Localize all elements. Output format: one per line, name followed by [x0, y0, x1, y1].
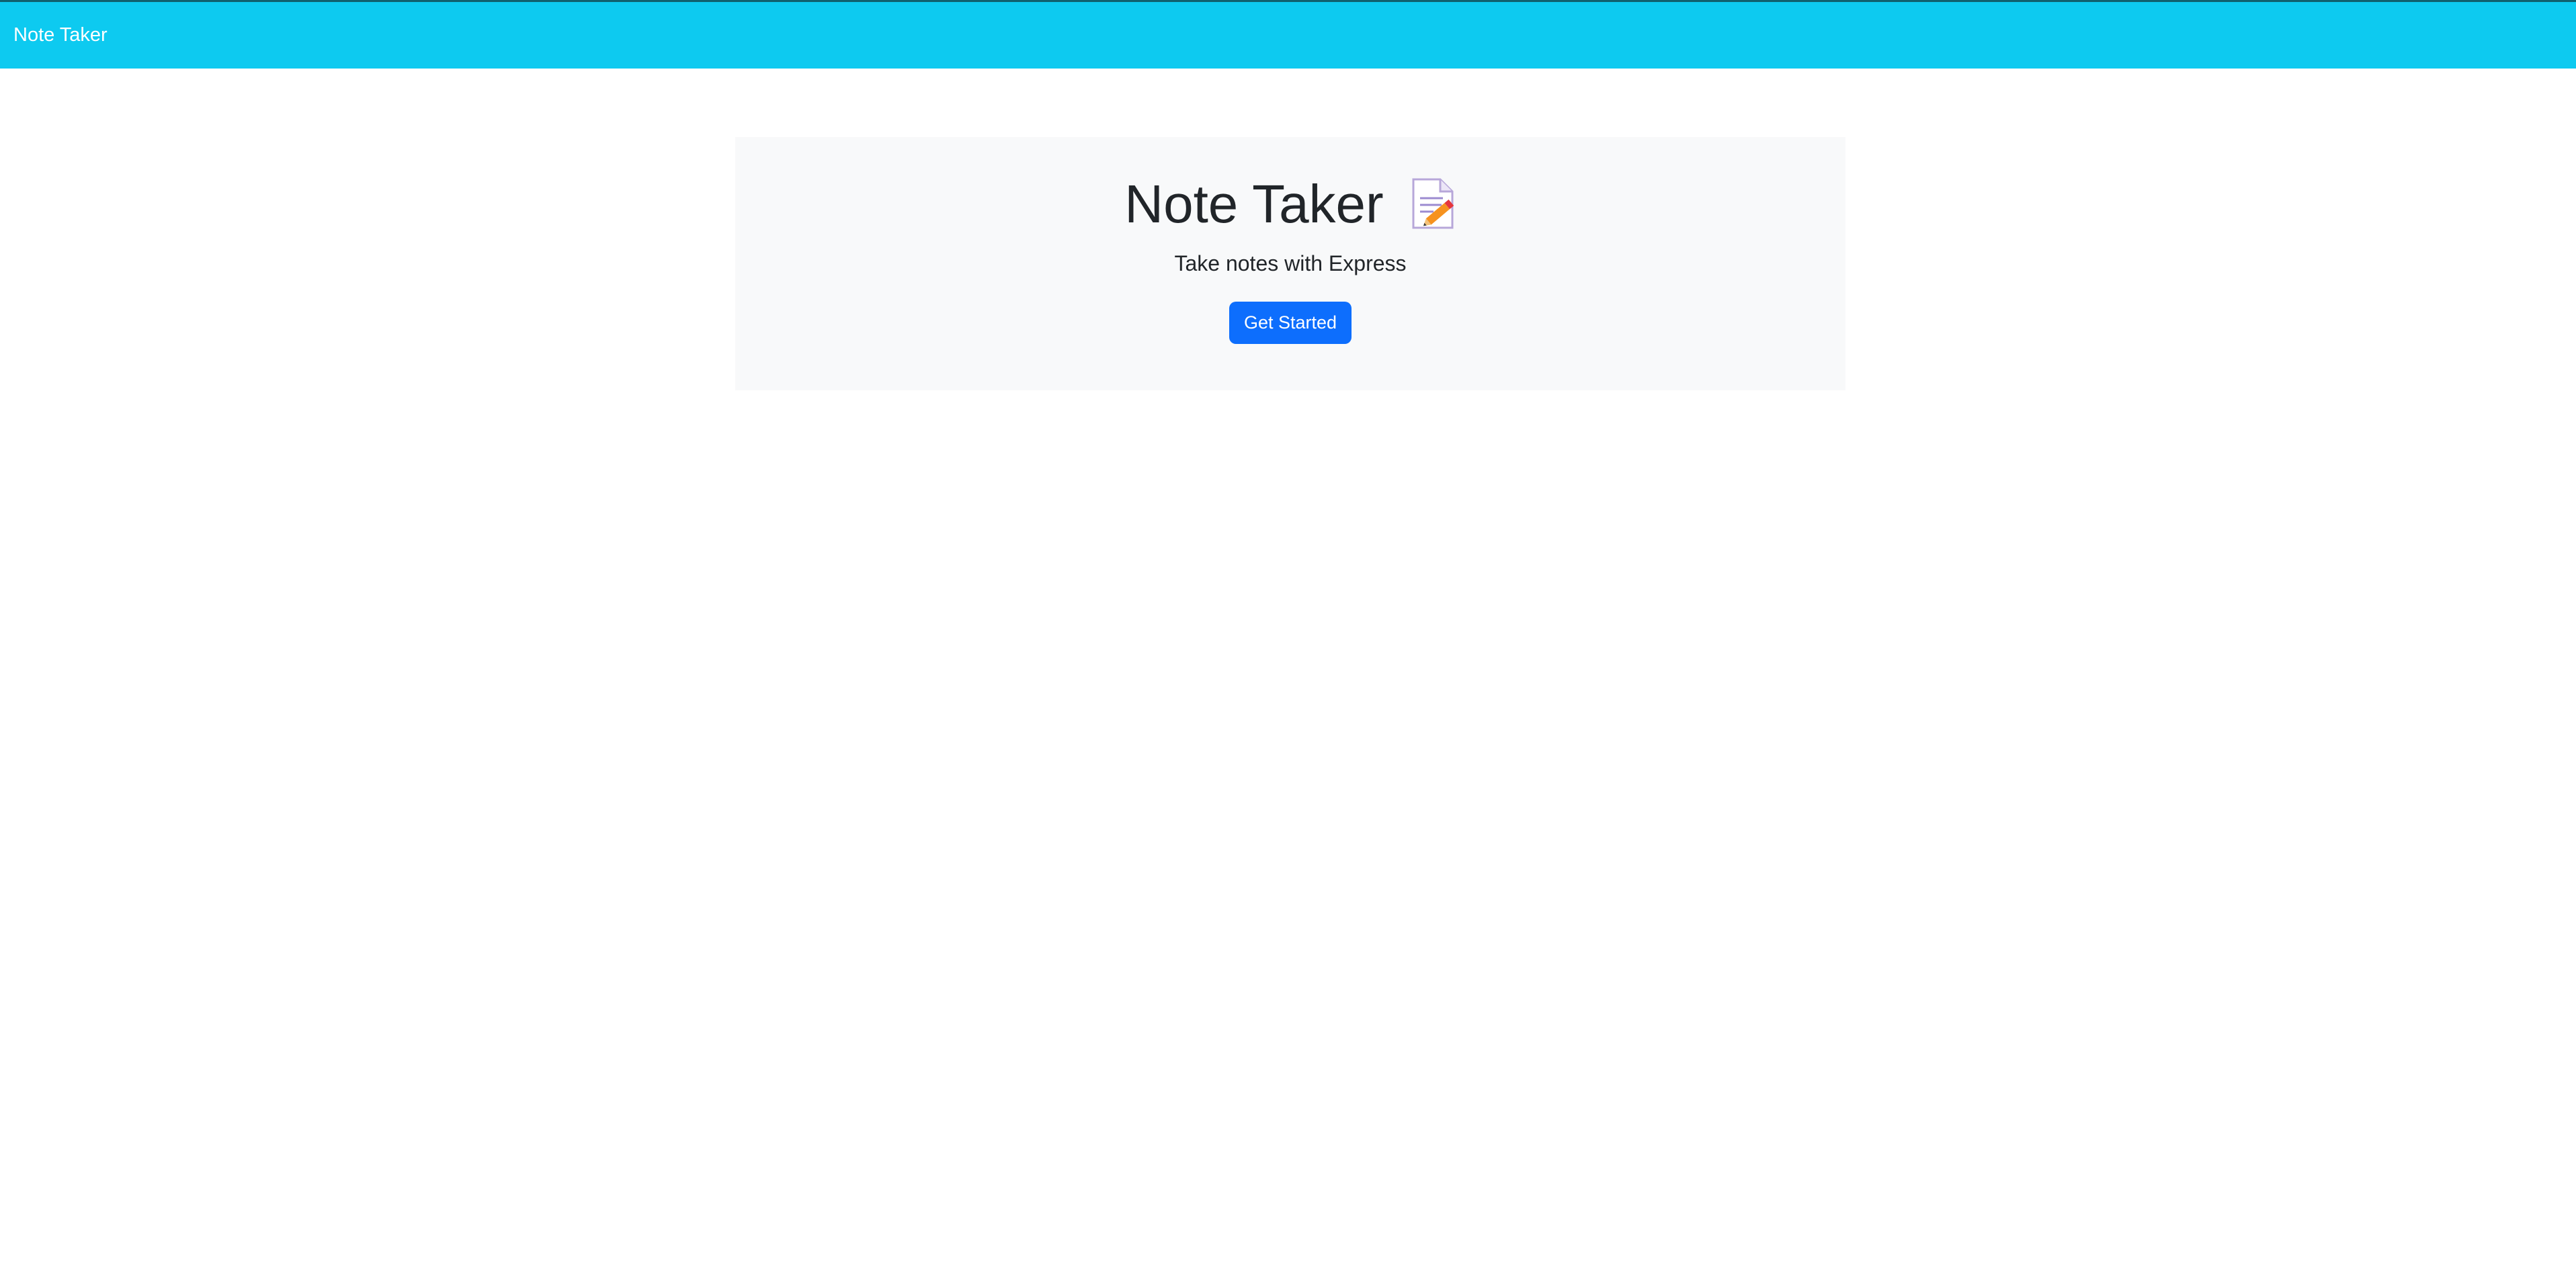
hero-title-row: Note Taker — [735, 177, 1845, 231]
navbar-brand-link[interactable]: Note Taker — [13, 24, 108, 46]
page-title: Note Taker — [1124, 174, 1384, 234]
hero-jumbotron: Note Taker Take notes with Express Get S… — [735, 137, 1845, 390]
get-started-button[interactable]: Get Started — [1229, 302, 1352, 344]
navbar: Note Taker — [0, 2, 2576, 69]
memo-icon — [1409, 178, 1456, 230]
hero-subtitle: Take notes with Express — [1174, 251, 1407, 275]
